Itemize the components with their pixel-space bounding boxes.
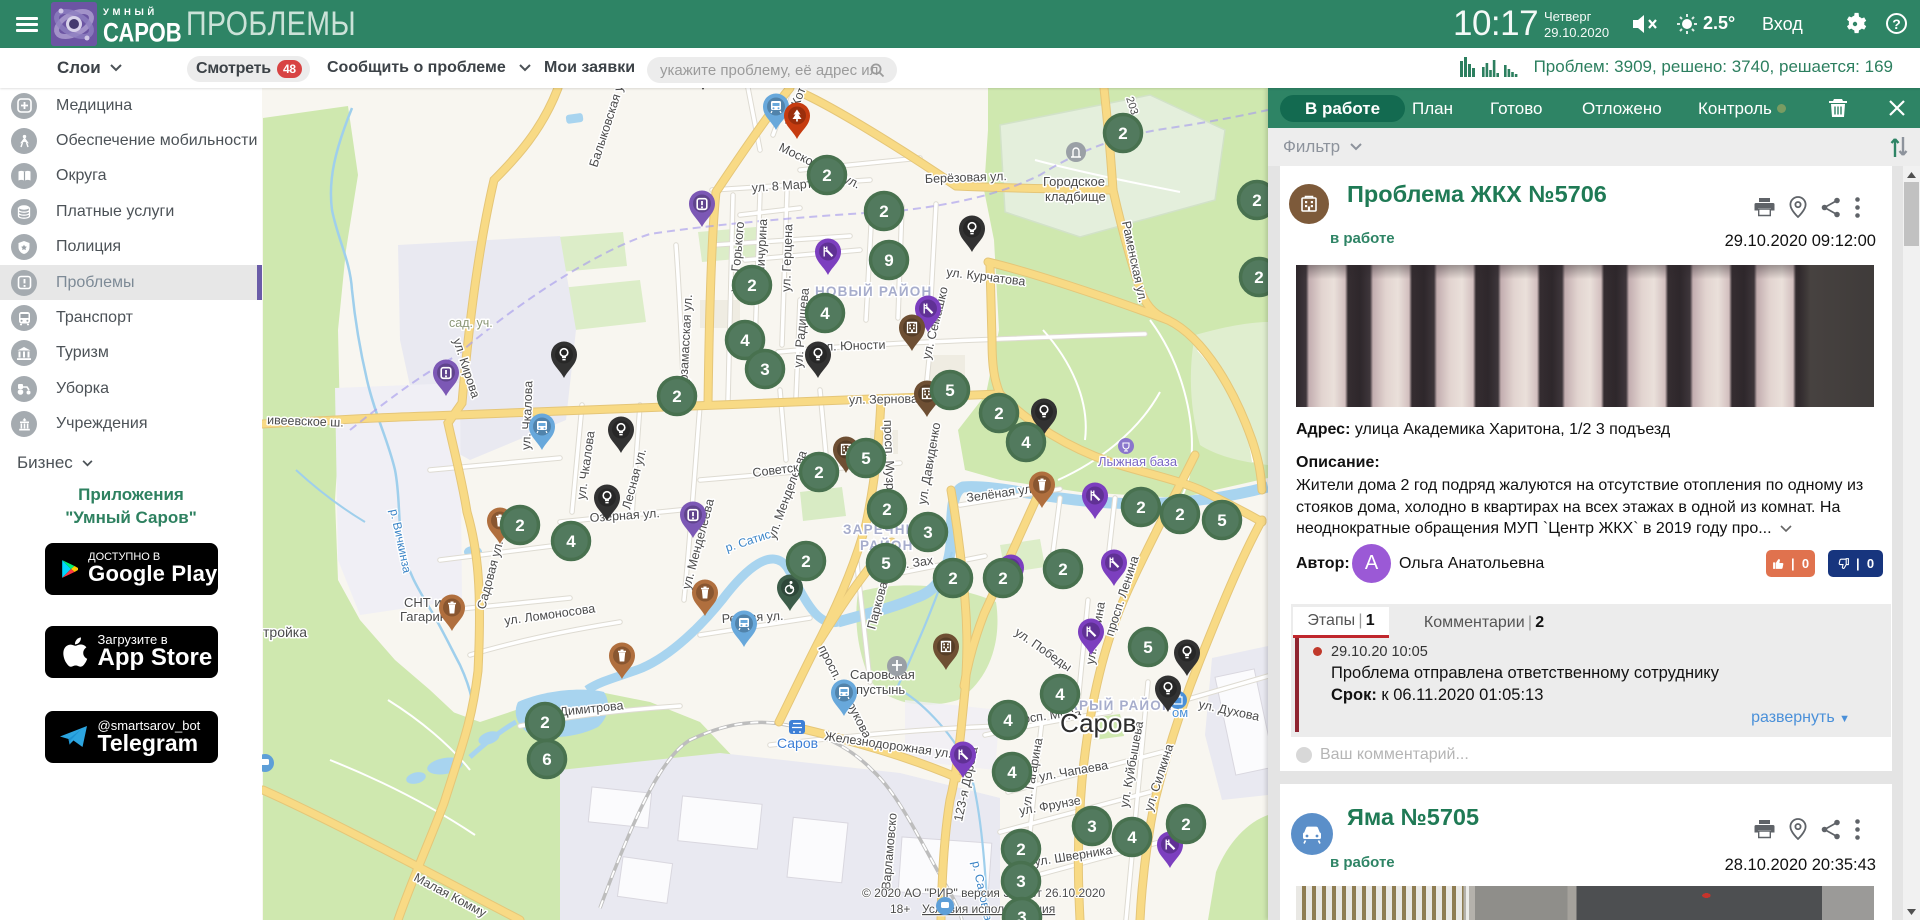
svg-text:4: 4 (566, 532, 576, 551)
svg-text:5: 5 (1143, 638, 1152, 657)
svg-text:3: 3 (923, 523, 932, 542)
svg-text:2: 2 (822, 166, 831, 185)
svg-text:ивеевское ш.: ивеевское ш. (267, 413, 344, 430)
svg-text:3: 3 (1017, 908, 1026, 920)
svg-text:3: 3 (760, 360, 769, 379)
svg-text:4: 4 (1127, 828, 1137, 847)
svg-text:2: 2 (747, 276, 756, 295)
svg-text:4: 4 (1007, 763, 1017, 782)
svg-text:18+: 18+ (890, 902, 910, 916)
svg-text:2: 2 (1136, 498, 1145, 517)
svg-text:2: 2 (515, 516, 524, 535)
svg-text:сад. уч.: сад. уч. (449, 316, 493, 330)
svg-text:Саров: Саров (1060, 708, 1136, 738)
svg-text:4: 4 (1055, 685, 1065, 704)
svg-text:ул. Герцена: ул. Герцена (779, 224, 795, 292)
svg-text:© 2020 АО "РИР" версия 3.72 от: © 2020 АО "РИР" версия 3.72 от 26.10.202… (862, 886, 1106, 900)
svg-text:5: 5 (881, 554, 890, 573)
svg-text:Городское: Городское (1043, 174, 1105, 189)
svg-text:4: 4 (820, 304, 830, 323)
svg-text:9: 9 (884, 251, 893, 270)
svg-text:Лыжная база: Лыжная база (1098, 454, 1178, 469)
svg-text:2: 2 (1252, 191, 1261, 210)
svg-text:пустынь: пустынь (856, 682, 905, 697)
svg-text:4: 4 (740, 331, 750, 350)
svg-text:2: 2 (801, 552, 810, 571)
svg-text:6: 6 (542, 750, 551, 769)
svg-text:ул. Зернова: ул. Зернова (849, 392, 918, 407)
svg-text:Саров: Саров (777, 735, 818, 751)
svg-text:2: 2 (1254, 268, 1263, 287)
svg-text:2: 2 (1058, 560, 1067, 579)
svg-text:2: 2 (879, 202, 888, 221)
svg-text:2: 2 (882, 500, 891, 519)
svg-text:2: 2 (948, 569, 957, 588)
svg-text:5: 5 (945, 381, 954, 400)
svg-text:ул. Чкалова: ул. Чкалова (519, 381, 535, 451)
svg-text:2: 2 (672, 387, 681, 406)
svg-text:2: 2 (814, 463, 823, 482)
svg-text:2: 2 (994, 404, 1003, 423)
svg-text:ом: ом (1172, 705, 1188, 720)
svg-text:5: 5 (861, 449, 870, 468)
svg-text:тройка: тройка (263, 624, 307, 640)
svg-text:2: 2 (998, 569, 1007, 588)
svg-text:2: 2 (1118, 124, 1127, 143)
svg-text:5: 5 (1217, 511, 1226, 530)
svg-text:4: 4 (1003, 711, 1013, 730)
svg-text:3: 3 (1016, 872, 1025, 891)
svg-text:2: 2 (540, 713, 549, 732)
svg-text:3: 3 (1087, 817, 1096, 836)
svg-text:2: 2 (1181, 815, 1190, 834)
svg-text:2: 2 (1016, 840, 1025, 859)
svg-text:Берёзовая ул.: Берёзовая ул. (925, 169, 1007, 186)
svg-text:кладбище: кладбище (1045, 189, 1106, 204)
svg-text:2: 2 (1175, 505, 1184, 524)
svg-text:4: 4 (1021, 433, 1031, 452)
